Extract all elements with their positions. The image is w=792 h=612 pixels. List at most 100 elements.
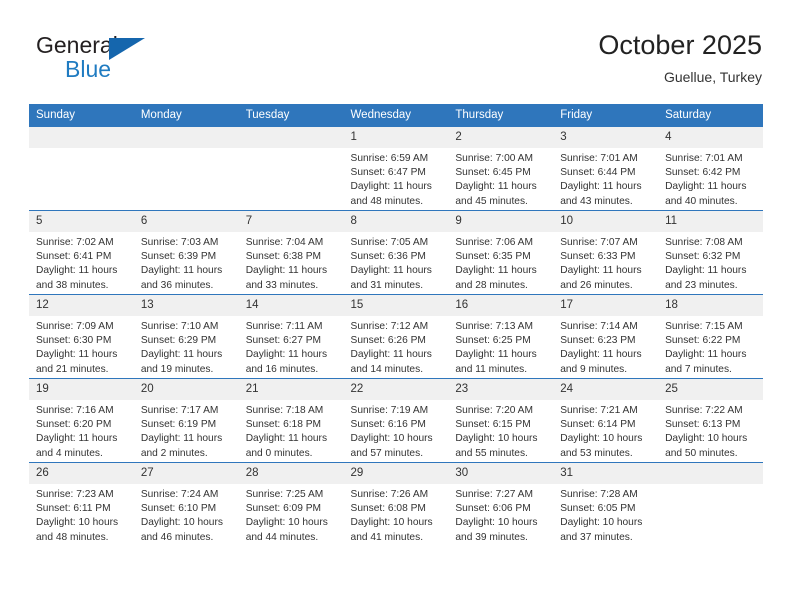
calendar-day-cell[interactable]: 4 Sunrise: 7:01 AM Sunset: 6:42 PM Daylight…: [658, 126, 763, 211]
daylight-text-line1: Daylight: 11 hours: [665, 181, 747, 193]
day-number: 15: [343, 295, 449, 316]
sunset-text: Sunset: 6:22 PM: [665, 335, 741, 347]
calendar-day-cell[interactable]: 15 Sunrise: 7:12 AM Sunset: 6:26 PM Dayligh…: [343, 294, 449, 379]
sunset-text: Sunset: 6:26 PM: [350, 335, 426, 347]
day-details: Sunrise: 7:19 AM Sunset: 6:16 PM Daylight:…: [344, 400, 449, 461]
day-number: 18: [658, 295, 763, 316]
sunrise-text: Sunrise: 7:18 AM: [245, 405, 324, 416]
calendar-day-cell[interactable]: 24 Sunrise: 7:21 AM Sunset: 6:14 PM Dayligh…: [553, 378, 659, 463]
calendar-day-cell[interactable]: 10 Sunrise: 7:07 AM Sunset: 6:33 PM Dayligh…: [553, 210, 659, 295]
sunrise-text: Sunrise: 6:59 AM: [350, 153, 429, 164]
daylight-text-line1: Daylight: 11 hours: [140, 433, 223, 445]
calendar-day-cell[interactable]: 9 Sunrise: 7:06 AM Sunset: 6:35 PM Daylight…: [448, 210, 554, 295]
sunrise-text: Sunrise: 7:25 AM: [245, 489, 324, 500]
day-details: Sunrise: 7:28 AM Sunset: 6:05 PM Daylight:…: [553, 484, 658, 545]
day-number: 6: [133, 211, 239, 232]
daylight-text-line1: Daylight: 10 hours: [560, 517, 643, 529]
calendar-day-cell[interactable]: 6 Sunrise: 7:03 AM Sunset: 6:39 PM Daylight…: [133, 210, 239, 295]
sunrise-text: Sunrise: 7:08 AM: [665, 237, 743, 248]
daylight-text-line1: Daylight: 11 hours: [140, 349, 223, 361]
sunrise-text: Sunrise: 7:21 AM: [560, 405, 638, 416]
daylight-text-line2: and 33 minutes.: [245, 279, 319, 291]
day-details: Sunrise: 7:10 AM Sunset: 6:29 PM Daylight:…: [134, 316, 239, 377]
daylight-text-line1: Daylight: 10 hours: [245, 517, 328, 529]
daylight-text-line2: and 7 minutes.: [665, 363, 732, 375]
calendar-day-cell[interactable]: 17 Sunrise: 7:14 AM Sunset: 6:23 PM Dayligh…: [553, 294, 659, 379]
calendar-grid: Sunday Monday Tuesday Wednesday Thursday…: [29, 104, 763, 546]
calendar-day-cell[interactable]: 13 Sunrise: 7:10 AM Sunset: 6:29 PM Dayligh…: [133, 294, 239, 379]
calendar-day-cell[interactable]: 19 Sunrise: 7:16 AM Sunset: 6:20 PM Dayligh…: [29, 378, 134, 463]
sunrise-text: Sunrise: 7:22 AM: [665, 405, 743, 416]
daylight-text-line2: and 55 minutes.: [455, 447, 528, 459]
day-number: 19: [29, 379, 134, 400]
daylight-text-line2: and 31 minutes.: [350, 279, 424, 291]
calendar-day-cell[interactable]: 28 Sunrise: 7:25 AM Sunset: 6:09 PM Dayligh…: [238, 462, 344, 546]
calendar-week-row: 12 Sunrise: 7:09 AM Sunset: 6:30 PM Dayligh…: [29, 294, 763, 379]
calendar-day-cell[interactable]: 26 Sunrise: 7:23 AM Sunset: 6:11 PM Dayligh…: [29, 462, 134, 546]
sunset-text: Sunset: 6:44 PM: [560, 167, 636, 179]
calendar-day-cell[interactable]: 30 Sunrise: 7:27 AM Sunset: 6:06 PM Dayligh…: [448, 462, 554, 546]
calendar-day-cell[interactable]: 29 Sunrise: 7:26 AM Sunset: 6:08 PM Dayligh…: [343, 462, 449, 546]
day-number: 24: [553, 379, 659, 400]
daylight-text-line2: and 40 minutes.: [665, 195, 738, 207]
daylight-text-line2: and 48 minutes.: [350, 195, 424, 207]
day-number: 27: [133, 463, 239, 484]
day-number: 1: [343, 127, 449, 148]
sunset-text: Sunset: 6:32 PM: [665, 251, 741, 263]
day-number: 9: [448, 211, 554, 232]
day-details: Sunrise: 7:02 AM Sunset: 6:41 PM Daylight:…: [29, 232, 134, 293]
sunrise-text: Sunrise: 7:20 AM: [455, 405, 533, 416]
daylight-text-line1: Daylight: 11 hours: [36, 433, 118, 445]
daylight-text-line2: and 9 minutes.: [560, 363, 628, 375]
sunset-text: Sunset: 6:13 PM: [665, 419, 741, 431]
day-details: Sunrise: 7:01 AM Sunset: 6:44 PM Daylight:…: [553, 148, 658, 209]
general-blue-logo[interactable]: General Blue: [36, 32, 166, 94]
calendar-day-cell[interactable]: 20 Sunrise: 7:17 AM Sunset: 6:19 PM Dayligh…: [133, 378, 239, 463]
day-number: 30: [448, 463, 554, 484]
calendar-day-cell[interactable]: 18 Sunrise: 7:15 AM Sunset: 6:22 PM Dayligh…: [658, 294, 763, 379]
day-number: 29: [343, 463, 449, 484]
calendar-day-cell[interactable]: 16 Sunrise: 7:13 AM Sunset: 6:25 PM Dayligh…: [448, 294, 554, 379]
calendar-page: General Blue October 2025 Guellue, Turke…: [0, 0, 792, 612]
daylight-text-line2: and 36 minutes.: [140, 279, 214, 291]
calendar-week-row: 26 Sunrise: 7:23 AM Sunset: 6:11 PM Dayligh…: [29, 462, 763, 546]
sunset-text: Sunset: 6:09 PM: [245, 503, 322, 515]
sunrise-text: Sunrise: 7:10 AM: [140, 321, 219, 332]
calendar-day-cell[interactable]: 31 Sunrise: 7:28 AM Sunset: 6:05 PM Dayligh…: [553, 462, 659, 546]
sunset-text: Sunset: 6:06 PM: [455, 503, 531, 515]
daylight-text-line2: and 57 minutes.: [350, 447, 424, 459]
sunset-text: Sunset: 6:45 PM: [455, 167, 531, 179]
day-number: 20: [133, 379, 239, 400]
day-number: 12: [29, 295, 134, 316]
day-details: Sunrise: 7:14 AM Sunset: 6:23 PM Daylight:…: [553, 316, 658, 377]
day-number: 13: [133, 295, 239, 316]
calendar-day-cell[interactable]: 21 Sunrise: 7:18 AM Sunset: 6:18 PM Dayligh…: [238, 378, 344, 463]
sunrise-text: Sunrise: 7:28 AM: [560, 489, 638, 500]
day-details: Sunrise: 7:20 AM Sunset: 6:15 PM Daylight:…: [448, 400, 553, 461]
calendar-day-cell[interactable]: 7 Sunrise: 7:04 AM Sunset: 6:38 PM Daylight…: [238, 210, 344, 295]
calendar-day-cell-empty: [29, 126, 134, 211]
calendar-day-cell[interactable]: 27 Sunrise: 7:24 AM Sunset: 6:10 PM Dayligh…: [133, 462, 239, 546]
day-details: Sunrise: 7:16 AM Sunset: 6:20 PM Daylight:…: [29, 400, 134, 461]
calendar-day-cell[interactable]: 25 Sunrise: 7:22 AM Sunset: 6:13 PM Dayligh…: [658, 378, 763, 463]
calendar-day-cell[interactable]: 12 Sunrise: 7:09 AM Sunset: 6:30 PM Dayligh…: [29, 294, 134, 379]
sunrise-text: Sunrise: 7:01 AM: [665, 153, 743, 164]
calendar-day-cell[interactable]: 3 Sunrise: 7:01 AM Sunset: 6:44 PM Daylight…: [553, 126, 659, 211]
calendar-day-cell[interactable]: 8 Sunrise: 7:05 AM Sunset: 6:36 PM Daylight…: [343, 210, 449, 295]
day-details: Sunrise: 7:07 AM Sunset: 6:33 PM Daylight:…: [553, 232, 658, 293]
calendar-day-cell[interactable]: 5 Sunrise: 7:02 AM Sunset: 6:41 PM Daylight…: [29, 210, 134, 295]
daylight-text-line1: Daylight: 11 hours: [36, 265, 118, 277]
daylight-text-line1: Daylight: 11 hours: [245, 433, 328, 445]
page-title: October 2025: [598, 30, 762, 60]
day-number: 5: [29, 211, 134, 232]
sunset-text: Sunset: 6:47 PM: [350, 167, 426, 179]
calendar-day-cell[interactable]: 22 Sunrise: 7:19 AM Sunset: 6:16 PM Dayligh…: [343, 378, 449, 463]
calendar-day-cell[interactable]: 23 Sunrise: 7:20 AM Sunset: 6:15 PM Dayligh…: [448, 378, 554, 463]
calendar-day-cell[interactable]: 1 Sunrise: 6:59 AM Sunset: 6:47 PM Daylight…: [343, 126, 449, 211]
sunset-text: Sunset: 6:20 PM: [36, 419, 112, 431]
calendar-day-cell[interactable]: 11 Sunrise: 7:08 AM Sunset: 6:32 PM Dayligh…: [658, 210, 763, 295]
sunrise-text: Sunrise: 7:09 AM: [36, 321, 114, 332]
daylight-text-line2: and 38 minutes.: [36, 279, 109, 291]
calendar-day-cell[interactable]: 2 Sunrise: 7:00 AM Sunset: 6:45 PM Daylight…: [448, 126, 554, 211]
calendar-day-cell[interactable]: 14 Sunrise: 7:11 AM Sunset: 6:27 PM Dayligh…: [238, 294, 344, 379]
